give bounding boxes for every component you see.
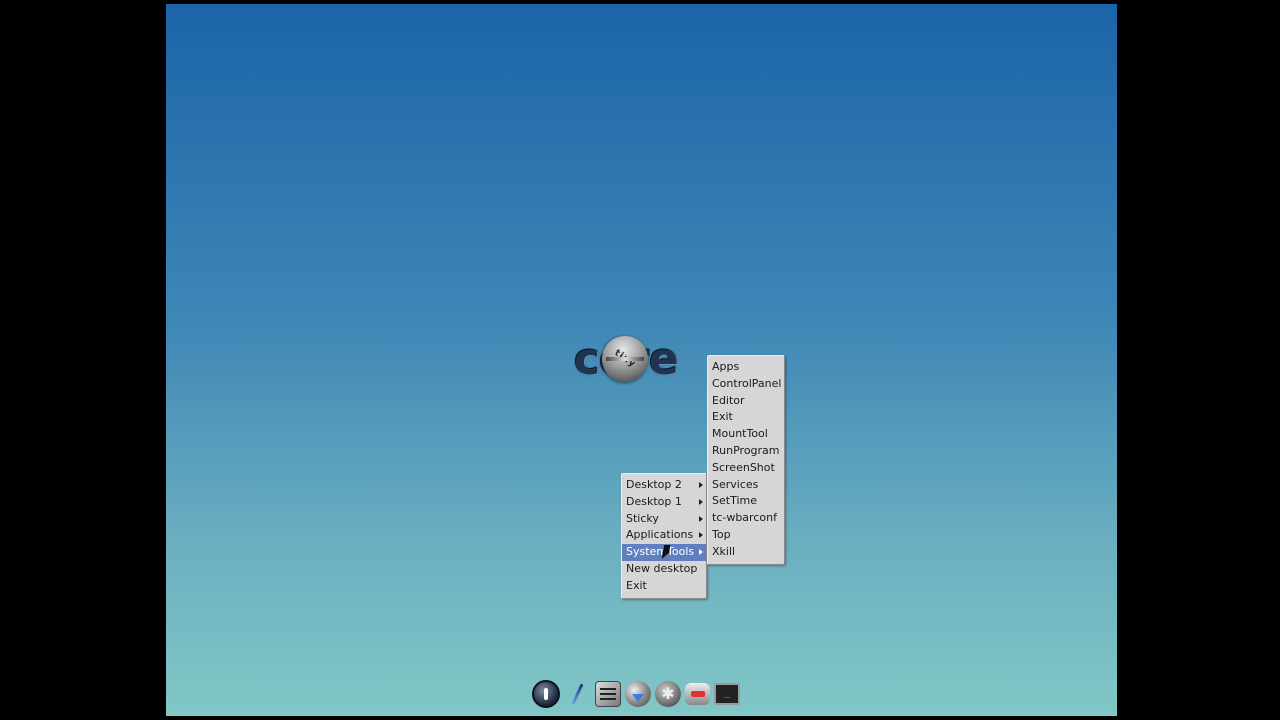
- wbar-dock: ✱ _: [532, 678, 740, 710]
- desktop[interactable]: core tiny Desktop 2 Desktop 1 Sticky App…: [166, 4, 1117, 716]
- menu-item-exit[interactable]: Exit: [622, 578, 706, 595]
- submenu-item-mounttool[interactable]: MountTool: [708, 426, 784, 443]
- submenu-arrow-icon: [699, 515, 703, 522]
- logo-badge: tiny: [612, 348, 638, 370]
- submenu-item-controlpanel[interactable]: ControlPanel: [708, 376, 784, 393]
- submenu-item-screenshot[interactable]: ScreenShot: [708, 460, 784, 477]
- systemtools-submenu: Apps ControlPanel Editor Exit MountTool …: [707, 355, 785, 565]
- services-icon[interactable]: [685, 683, 710, 705]
- submenu-item-tc-wbarconf[interactable]: tc-wbarconf: [708, 510, 784, 527]
- menu-item-new-desktop[interactable]: New desktop: [622, 561, 706, 578]
- submenu-arrow-icon: [699, 482, 703, 488]
- submenu-item-runprogram[interactable]: RunProgram: [708, 443, 784, 460]
- apps-icon[interactable]: ✱: [655, 681, 681, 707]
- submenu-arrow-icon: [699, 498, 703, 505]
- menu-item-applications[interactable]: Applications: [622, 527, 706, 544]
- tinycore-logo: core tiny: [574, 326, 706, 392]
- submenu-item-apps[interactable]: Apps: [708, 359, 784, 376]
- power-icon[interactable]: [532, 680, 560, 708]
- submenu-item-services[interactable]: Services: [708, 477, 784, 494]
- submenu-item-xkill[interactable]: Xkill: [708, 544, 784, 561]
- desktop-context-menu: Desktop 2 Desktop 1 Sticky Applications …: [621, 473, 707, 599]
- control-panel-icon[interactable]: [595, 681, 621, 707]
- editor-icon[interactable]: [564, 681, 591, 708]
- submenu-arrow-icon: [699, 549, 703, 556]
- submenu-item-exit[interactable]: Exit: [708, 409, 784, 426]
- menu-item-desktop-1[interactable]: Desktop 1: [622, 494, 706, 511]
- submenu-item-settime[interactable]: SetTime: [708, 493, 784, 510]
- terminal-icon[interactable]: _: [714, 683, 740, 705]
- mount-tool-icon[interactable]: [625, 681, 651, 707]
- menu-item-desktop-2[interactable]: Desktop 2: [622, 477, 706, 494]
- menu-item-sticky[interactable]: Sticky: [622, 511, 706, 528]
- submenu-arrow-icon: [699, 532, 703, 539]
- submenu-item-top[interactable]: Top: [708, 527, 784, 544]
- submenu-item-editor[interactable]: Editor: [708, 393, 784, 410]
